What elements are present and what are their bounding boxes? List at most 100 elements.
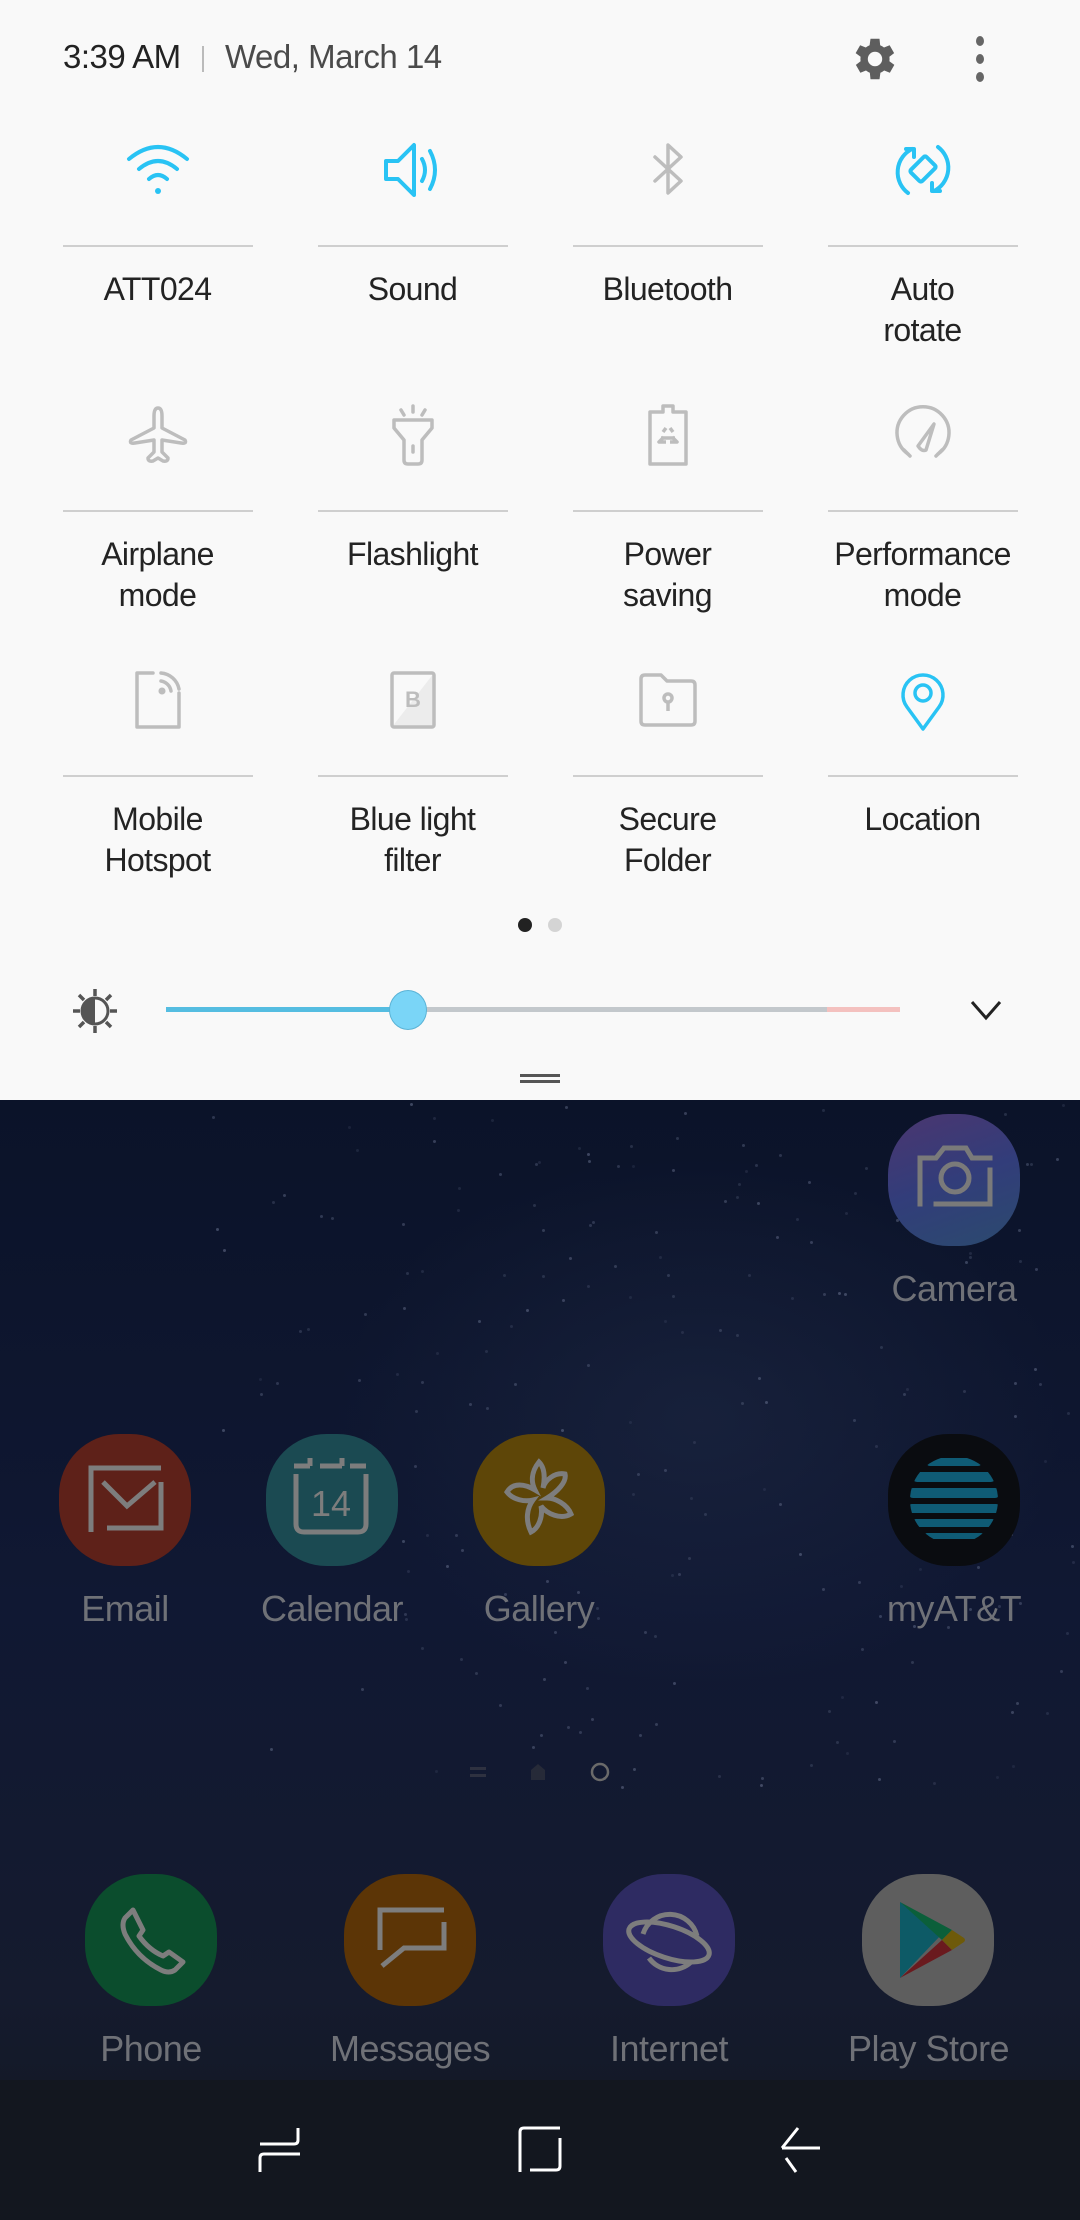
gear-icon[interactable] — [848, 32, 902, 86]
wallpaper-star — [911, 1661, 915, 1665]
wallpaper-star — [628, 1420, 632, 1424]
tile-divider — [317, 510, 508, 512]
app-calendar[interactable]: 14 Calendar — [252, 1434, 412, 1630]
tile-bluetooth[interactable]: Bluetooth — [540, 120, 795, 310]
wallpaper-star — [532, 1745, 536, 1749]
wallpaper-star — [258, 1378, 262, 1382]
wallpaper-star — [1066, 1632, 1070, 1636]
wallpaper-star — [632, 1165, 636, 1169]
wallpaper-star — [590, 1717, 594, 1721]
wallpaper-star — [586, 1284, 590, 1288]
wallpaper-star — [330, 1217, 334, 1221]
wallpaper-star — [586, 1364, 590, 1368]
wallpaper-star — [671, 1573, 675, 1577]
chevron-down-icon[interactable] — [964, 988, 1008, 1032]
recent-apps-button[interactable] — [240, 2110, 320, 2190]
app-camera[interactable]: Camera — [874, 1114, 1034, 1310]
wallpaper-star — [678, 1573, 682, 1577]
auto-rotate-icon — [895, 145, 950, 195]
app-label: Calendar — [260, 1588, 404, 1629]
wallpaper-star — [1060, 1670, 1064, 1674]
wallpaper-star — [401, 1222, 405, 1226]
wallpaper-star — [569, 1257, 573, 1261]
home-page-icon[interactable] — [528, 1762, 548, 1782]
tile-divider — [62, 775, 253, 777]
navigation-bar — [0, 2080, 1080, 2220]
wallpaper-star — [357, 1378, 361, 1382]
wallpaper-star — [526, 1309, 530, 1313]
calendar-icon: 14 — [266, 1434, 398, 1566]
dock-app-messages[interactable]: Messages — [330, 1874, 491, 2070]
briefing-icon[interactable] — [468, 1764, 488, 1780]
wallpaper-star — [591, 1220, 595, 1224]
wallpaper-star — [1044, 1460, 1048, 1464]
wifi-icon — [126, 145, 189, 194]
wallpaper-star — [445, 1564, 449, 1568]
tile-label: Flashlight — [347, 536, 479, 572]
page-dot-icon[interactable] — [588, 1760, 612, 1784]
tile-secure-folder[interactable]: Secure Folder — [540, 650, 795, 881]
wallpaper-star — [541, 1274, 545, 1278]
app-email[interactable]: Email — [45, 1434, 205, 1630]
tile-auto-rotate[interactable]: Auto rotate — [795, 120, 1050, 351]
wallpaper-star — [538, 1160, 542, 1164]
wallpaper-star — [474, 1671, 478, 1675]
airplane-icon — [128, 406, 187, 463]
dock-app-play-store[interactable]: Play Store — [848, 1874, 1010, 2070]
tile-mobile-hotspot[interactable]: Mobile Hotspot — [30, 650, 285, 881]
app-label: Phone — [100, 2028, 202, 2069]
brightness-slider[interactable] — [166, 1007, 900, 1012]
brightness-slider-thumb[interactable] — [389, 990, 428, 1030]
tile-wifi[interactable]: ATT024 — [30, 120, 285, 310]
wallpaper-star — [355, 1149, 359, 1153]
back-button[interactable] — [760, 2110, 840, 2190]
tile-sound[interactable]: Sound — [285, 120, 540, 310]
wallpaper-star — [420, 1381, 424, 1385]
app-gallery[interactable]: Gallery — [459, 1434, 619, 1630]
wallpaper-star — [807, 1181, 811, 1185]
wallpaper-star — [457, 1186, 461, 1190]
app-myatt[interactable]: myAT&T — [874, 1434, 1034, 1630]
wallpaper-star — [779, 1502, 783, 1506]
panel-drag-handle[interactable] — [520, 1074, 560, 1084]
hotspot-icon — [134, 671, 181, 729]
dock-app-internet[interactable]: Internet — [589, 1874, 749, 2070]
tile-location[interactable]: Location — [795, 650, 1050, 840]
wallpaper-star — [629, 1295, 633, 1299]
wallpaper-star — [658, 1256, 662, 1260]
wallpaper-star — [838, 1291, 842, 1295]
tile-blue-light-filter[interactable]: B Blue light filter — [285, 650, 540, 881]
tile-airplane-mode[interactable]: Airplane mode — [30, 385, 285, 616]
app-label: Camera — [891, 1268, 1017, 1309]
back-icon — [780, 2127, 820, 2173]
page-dot[interactable] — [548, 918, 562, 932]
wallpaper-star — [735, 1196, 739, 1200]
page-dot-active[interactable] — [518, 918, 532, 932]
dock-app-phone[interactable]: Phone — [71, 1874, 231, 2070]
svg-text:14: 14 — [311, 1483, 351, 1524]
wallpaper-star — [396, 1373, 400, 1377]
wallpaper-star — [809, 1241, 813, 1244]
wallpaper-star — [902, 1393, 906, 1397]
tile-flashlight[interactable]: Flashlight — [285, 385, 540, 575]
wallpaper-star — [299, 1329, 303, 1333]
home-button[interactable] — [500, 2110, 580, 2190]
wallpaper-star — [857, 1580, 861, 1584]
more-vertical-icon[interactable] — [960, 32, 1000, 86]
tile-divider — [62, 510, 253, 512]
wallpaper-star — [1061, 1103, 1065, 1107]
wallpaper-star — [791, 1296, 795, 1300]
date[interactable]: Wed, March 14 — [225, 38, 442, 76]
wallpaper-star — [1039, 1382, 1043, 1386]
wallpaper-star — [348, 1126, 352, 1130]
wallpaper-star — [963, 1389, 967, 1393]
wallpaper-star — [414, 1410, 418, 1414]
tile-label: Secure Folder — [618, 801, 717, 878]
wallpaper-star — [664, 1320, 668, 1324]
header-divider — [202, 46, 204, 72]
tile-performance-mode[interactable]: Performance mode — [795, 385, 1050, 616]
wallpaper-star — [589, 1223, 593, 1227]
brightness-control — [0, 970, 1080, 1050]
app-label: myAT&T — [886, 1588, 1022, 1629]
tile-power-saving[interactable]: Power saving — [540, 385, 795, 616]
